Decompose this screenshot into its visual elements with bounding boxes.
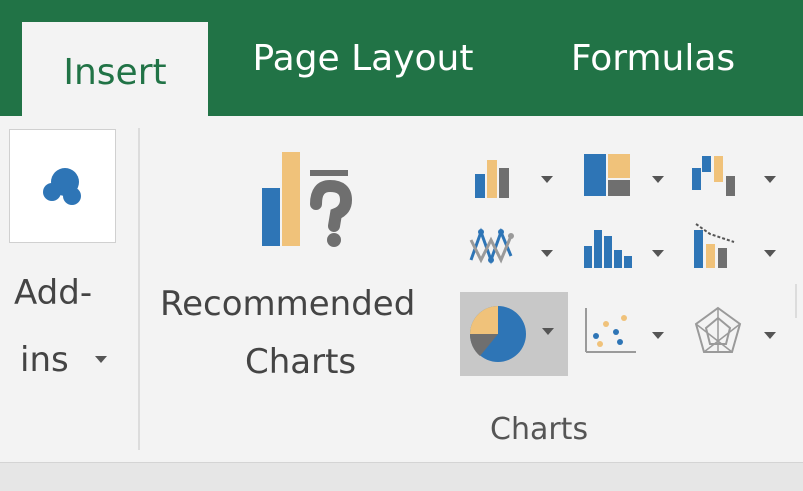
scatter-chart-button[interactable] [580,302,664,364]
column-chart-caret[interactable] [541,176,553,183]
tab-page-layout[interactable]: Page Layout [236,0,490,116]
statistic-chart-caret[interactable] [652,250,664,257]
addins-button[interactable] [9,129,116,243]
recommended-charts-button[interactable] [258,146,368,254]
statistic-chart-icon [584,230,632,268]
column-chart-icon [475,160,509,198]
tab-insert-label: Insert [63,51,167,93]
addins-icon [43,168,81,205]
scatter-chart-icon [585,308,636,353]
pie-chart-caret[interactable] [542,328,554,335]
tab-page-layout-label: Page Layout [252,37,474,79]
ribbon-tab-bar: Insert Page Layout Formulas [0,0,803,122]
pie-chart-button[interactable] [460,292,568,376]
line-chart-caret[interactable] [541,250,553,257]
line-chart-icon [469,227,514,265]
column-chart-button[interactable] [465,146,553,208]
radar-chart-caret[interactable] [764,332,776,339]
statistic-chart-button[interactable] [580,216,664,278]
combo-chart-icon [694,223,735,268]
hierarchy-chart-caret[interactable] [652,176,664,183]
tab-formulas[interactable]: Formulas [548,0,758,116]
addins-dropdown-caret[interactable] [95,356,107,363]
formula-bar-area [0,462,803,491]
hierarchy-chart-button[interactable] [580,146,664,208]
radar-chart-icon [694,306,742,353]
scatter-chart-caret[interactable] [652,332,664,339]
radar-chart-button[interactable] [688,302,776,364]
line-chart-button[interactable] [465,216,553,278]
recommended-charts-label-line1: Recommended [160,284,416,324]
recommended-charts-label-line2: Charts [245,342,357,382]
tab-insert[interactable]: Insert [22,22,208,122]
addins-label-line2: ins [20,340,69,380]
combo-chart-caret[interactable] [764,250,776,257]
addins-label-line1: Add- [14,273,93,313]
pie-chart-icon [469,306,526,362]
group-divider [138,128,140,450]
recommended-charts-icon [262,152,353,247]
waterfall-chart-caret[interactable] [764,176,776,183]
tab-formulas-label: Formulas [570,37,736,79]
charts-group-label: Charts [490,412,589,447]
hierarchy-chart-icon [584,154,630,196]
waterfall-chart-button[interactable] [688,146,776,208]
ribbon-panel: Add- ins Recommended Charts Charts [0,116,803,462]
combo-chart-button[interactable] [688,216,776,278]
group-divider-right [795,284,797,318]
waterfall-chart-icon [692,156,735,196]
